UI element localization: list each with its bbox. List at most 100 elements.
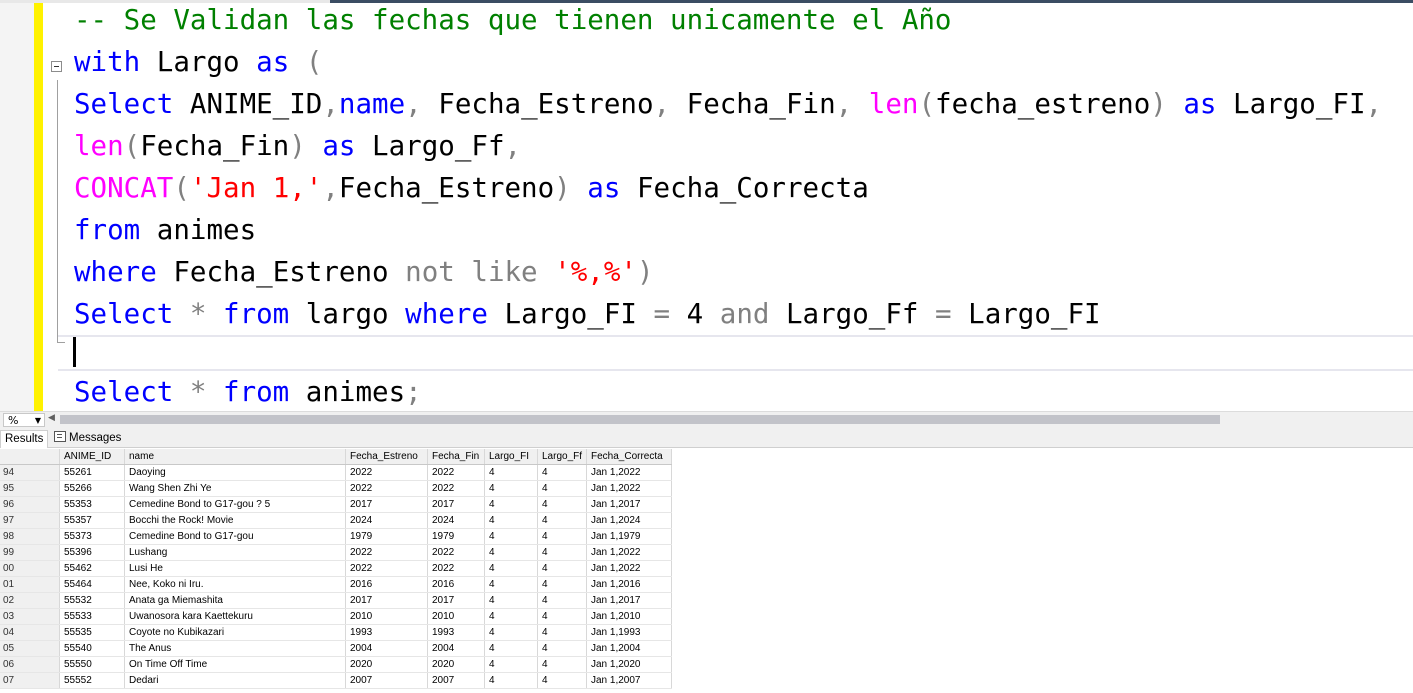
row-number[interactable]: 03 — [0, 608, 60, 625]
table-row[interactable]: 94 55261 Daoying 2022 2022 4 4 Jan 1,2022 — [0, 464, 672, 481]
grid-cell[interactable]: 1979 — [345, 528, 428, 545]
grid-cell[interactable]: Bocchi the Rock! Movie — [124, 512, 346, 529]
grid-cell[interactable]: 2007 — [427, 672, 485, 689]
grid-cell[interactable]: 2022 — [427, 560, 485, 577]
row-number[interactable]: 02 — [0, 592, 60, 609]
table-row[interactable]: 97 55357 Bocchi the Rock! Movie 2024 2024 4 4 J… — [0, 512, 672, 529]
grid-cell[interactable]: 55533 — [59, 608, 125, 625]
grid-cell[interactable]: 4 — [537, 496, 587, 513]
grid-cell[interactable]: 4 — [484, 608, 538, 625]
grid-cell[interactable]: 4 — [484, 480, 538, 497]
grid-cell[interactable]: Uwanosora kara Kaettekuru — [124, 608, 346, 625]
grid-cell[interactable]: 4 — [484, 544, 538, 561]
grid-cell[interactable]: 4 — [484, 656, 538, 673]
table-row[interactable]: 96 55353 Cemedine Bond to G17-gou ? 5 2017 2… — [0, 496, 672, 513]
code-line[interactable]: Select * from animes; — [74, 375, 422, 409]
grid-cell[interactable]: Jan 1,2007 — [586, 672, 672, 689]
table-row[interactable]: 03 55533 Uwanosora kara Kaettekuru 2010 2010… — [0, 608, 672, 625]
grid-cell[interactable]: 2022 — [427, 464, 485, 481]
column-header[interactable]: ANIME_ID — [59, 449, 125, 465]
row-number[interactable]: 99 — [0, 544, 60, 561]
grid-cell[interactable]: 2007 — [345, 672, 428, 689]
grid-cell[interactable]: 55535 — [59, 624, 125, 641]
grid-cell[interactable]: Lushang — [124, 544, 346, 561]
grid-cell[interactable]: 2024 — [345, 512, 428, 529]
grid-cell[interactable]: 55540 — [59, 640, 125, 657]
row-number[interactable]: 97 — [0, 512, 60, 529]
grid-cell[interactable]: Jan 1,2016 — [586, 576, 672, 593]
grid-cell[interactable]: 4 — [484, 592, 538, 609]
grid-cell[interactable]: 4 — [484, 560, 538, 577]
row-number[interactable]: 04 — [0, 624, 60, 641]
grid-cell[interactable]: 2016 — [427, 576, 485, 593]
grid-cell[interactable]: 55552 — [59, 672, 125, 689]
results-grid[interactable]: ANIME_ID name Fecha_Estreno Fecha_Fin Largo_… — [0, 449, 1413, 693]
code-line[interactable]: with Largo as ( — [74, 45, 322, 79]
grid-cell[interactable]: Wang Shen Zhi Ye — [124, 480, 346, 497]
scroll-thumb[interactable] — [60, 415, 1220, 424]
column-header[interactable]: Fecha_Fin — [427, 449, 485, 465]
table-row[interactable]: 02 55532 Anata ga Miemashita 2017 2017 4 4 Jan … — [0, 592, 672, 609]
grid-cell[interactable]: Jan 1,2017 — [586, 592, 672, 609]
grid-cell[interactable]: 55261 — [59, 464, 125, 481]
table-row[interactable]: 98 55373 Cemedine Bond to G17-gou 1979 1979 4… — [0, 528, 672, 545]
grid-cell[interactable]: 4 — [484, 528, 538, 545]
table-row[interactable]: 06 55550 On Time Off Time 2020 2020 4 4 Jan 1,2… — [0, 656, 672, 673]
grid-cell[interactable]: 55266 — [59, 480, 125, 497]
grid-cell[interactable]: 2022 — [345, 544, 428, 561]
query-editor[interactable]: -- Se Validan las fechas que tienen unic… — [0, 0, 1413, 411]
grid-cell[interactable]: Jan 1,2020 — [586, 656, 672, 673]
column-header[interactable]: Fecha_Correcta — [586, 449, 672, 465]
grid-cell[interactable]: 4 — [537, 464, 587, 481]
grid-cell[interactable]: 55462 — [59, 560, 125, 577]
grid-cell[interactable]: 1993 — [427, 624, 485, 641]
row-number[interactable]: 96 — [0, 496, 60, 513]
grid-cell[interactable]: 1993 — [345, 624, 428, 641]
row-number[interactable]: 98 — [0, 528, 60, 545]
grid-cell[interactable]: 4 — [537, 544, 587, 561]
row-number[interactable]: 01 — [0, 576, 60, 593]
grid-cell[interactable]: 4 — [484, 576, 538, 593]
grid-cell[interactable]: Lusi He — [124, 560, 346, 577]
table-row[interactable]: 04 55535 Coyote no Kubikazari 1993 1993 4 4 Jan… — [0, 624, 672, 641]
grid-cell[interactable]: 2010 — [427, 608, 485, 625]
row-number[interactable]: 05 — [0, 640, 60, 657]
code-line[interactable]: Select ANIME_ID,name, Fecha_Estreno, Fec… — [74, 87, 1382, 121]
grid-cell[interactable]: 55550 — [59, 656, 125, 673]
grid-cell[interactable]: Jan 1,2004 — [586, 640, 672, 657]
grid-cell[interactable]: 55357 — [59, 512, 125, 529]
grid-cell[interactable]: 4 — [484, 624, 538, 641]
grid-cell[interactable]: 1979 — [427, 528, 485, 545]
collapse-region-icon[interactable] — [51, 61, 62, 72]
grid-cell[interactable]: Jan 1,2017 — [586, 496, 672, 513]
tab-messages[interactable]: Messages — [50, 430, 125, 448]
grid-cell[interactable]: 2004 — [345, 640, 428, 657]
grid-cell[interactable]: 2022 — [427, 480, 485, 497]
row-number[interactable]: 07 — [0, 672, 60, 689]
grid-cell[interactable]: Jan 1,2022 — [586, 544, 672, 561]
grid-cell[interactable]: Cemedine Bond to G17-gou — [124, 528, 346, 545]
grid-cell[interactable]: 55396 — [59, 544, 125, 561]
grid-cell[interactable]: 4 — [484, 672, 538, 689]
grid-cell[interactable]: 2020 — [345, 656, 428, 673]
column-header[interactable]: Largo_FI — [484, 449, 538, 465]
grid-cell[interactable]: 4 — [537, 624, 587, 641]
grid-cell[interactable]: 4 — [537, 528, 587, 545]
code-line[interactable]: -- Se Validan las fechas que tienen unic… — [74, 3, 952, 37]
grid-cell[interactable]: 4 — [537, 672, 587, 689]
grid-cell[interactable]: 4 — [484, 640, 538, 657]
grid-cell[interactable]: 4 — [484, 512, 538, 529]
grid-cell[interactable]: 4 — [537, 560, 587, 577]
code-line[interactable]: from animes — [74, 213, 256, 247]
grid-cell[interactable]: 55532 — [59, 592, 125, 609]
zoom-select[interactable]: % ▼ — [3, 413, 45, 427]
grid-cell[interactable]: 2022 — [345, 464, 428, 481]
row-number[interactable]: 95 — [0, 480, 60, 497]
grid-cell[interactable]: 2022 — [345, 560, 428, 577]
grid-cell[interactable]: Dedari — [124, 672, 346, 689]
row-number[interactable]: 06 — [0, 656, 60, 673]
grid-cell[interactable]: Jan 1,2022 — [586, 480, 672, 497]
grid-cell[interactable]: Coyote no Kubikazari — [124, 624, 346, 641]
code-line[interactable]: Select * from largo where Largo_FI = 4 a… — [74, 297, 1101, 331]
table-row[interactable]: 95 55266 Wang Shen Zhi Ye 2022 2022 4 4 Jan 1,2… — [0, 480, 672, 497]
